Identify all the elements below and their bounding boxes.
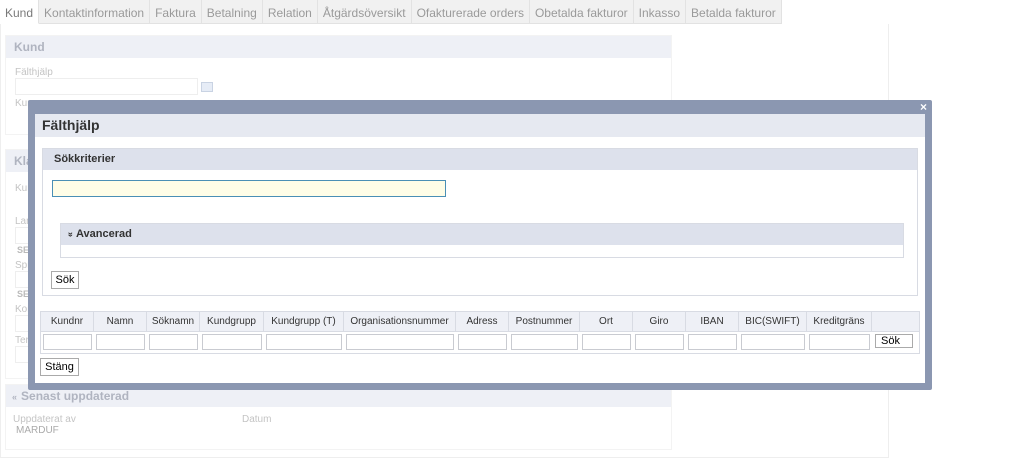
search-criteria-panel: Sökkriterier »Avancerad Sök [42,148,918,296]
column-header[interactable]: Namn [94,312,147,331]
uppdaterat-av-value: MARDUF [16,425,59,436]
tab-atgardsoversikt[interactable]: Åtgärdsöversikt [317,0,412,24]
filter-adress-input[interactable] [458,334,507,350]
dialog-title: Fälthjälp [35,114,925,137]
uppdaterat-av-label: Uppdaterat av [13,414,76,425]
filter-soknamn-input[interactable] [149,334,198,350]
filter-row: Sök [41,332,919,354]
filter-cell [94,334,147,354]
advanced-panel: »Avancerad [60,223,904,258]
results-grid: Kundnr Namn Söknamn Kundgrupp Kundgrupp … [40,311,920,354]
filter-kundgrupp-input[interactable] [202,334,262,350]
column-header[interactable]: Postnummer [509,312,580,331]
column-header[interactable]: Kundnr [41,312,94,331]
search-input[interactable] [52,180,446,197]
column-header[interactable]: Adress [456,312,509,331]
filter-bic-input[interactable] [741,334,805,350]
double-chevron-down-icon: » [66,231,77,238]
falthjalp-label: Fälthjälp [15,67,53,78]
close-icon[interactable]: × [920,100,927,114]
filter-cell [264,334,344,354]
tab-inkasso[interactable]: Inkasso [633,0,687,24]
filter-kreditgrans-input[interactable] [809,334,870,350]
filter-cell: Sök [872,334,917,354]
tab-bar: Kund Kontaktinformation Faktura Betalnin… [0,0,782,24]
filter-cell [41,334,94,354]
ter-label: Ter [15,335,29,346]
close-button[interactable]: Stäng [40,358,79,376]
filter-search-button[interactable]: Sök [875,334,913,348]
filter-cell [344,334,456,354]
search-criteria-title: Sökkriterier [43,149,917,170]
filter-cell [200,334,264,354]
filter-kundgrupp-t-input[interactable] [266,334,342,350]
senast-uppdaterad-section: «Senast uppdaterad Uppdaterat av MARDUF … [5,384,672,450]
tab-faktura[interactable]: Faktura [150,0,202,24]
calendar-icon[interactable] [201,82,213,92]
tab-kontaktinformation[interactable]: Kontaktinformation [39,0,151,24]
collapse-icon: « [12,392,18,402]
filter-organisationsnummer-input[interactable] [346,334,454,350]
filter-cell [686,334,739,354]
column-header[interactable]: Organisationsnummer [344,312,456,331]
search-button[interactable]: Sök [51,271,79,289]
filter-cell [807,334,872,354]
column-header[interactable]: Kreditgräns [807,312,872,331]
tab-betalning[interactable]: Betalning [201,0,263,24]
filter-cell [456,334,509,354]
filter-cell [509,334,580,354]
column-header[interactable]: Kundgrupp [200,312,264,331]
tab-kund[interactable]: Kund [0,0,40,24]
advanced-toggle[interactable]: »Avancerad [61,224,903,245]
tab-betalda-fakturor[interactable]: Betalda fakturor [686,0,782,24]
falthjalp-dialog: × Fälthjälp Sökkriterier »Avancerad Sök … [28,100,932,390]
senast-uppdaterad-label: Senast uppdaterad [21,389,130,403]
filter-iban-input[interactable] [688,334,737,350]
column-header[interactable]: BIC(SWIFT) [739,312,807,331]
filter-giro-input[interactable] [635,334,684,350]
dialog-body: Fälthjälp Sökkriterier »Avancerad Sök Ku… [35,114,925,383]
tab-relation[interactable]: Relation [262,0,318,24]
filter-cell [633,334,686,354]
filter-postnummer-input[interactable] [511,334,578,350]
filter-cell [580,334,633,354]
column-header[interactable]: Kundgrupp (T) [264,312,344,331]
column-header[interactable]: Giro [633,312,686,331]
tab-ofakturerade-orders[interactable]: Ofakturerade orders [411,0,530,24]
kund-section-title: Kund [6,36,671,58]
results-header: Kundnr Namn Söknamn Kundgrupp Kundgrupp … [41,312,919,332]
filter-ort-input[interactable] [582,334,631,350]
filter-cell [147,334,200,354]
datum-label: Datum [242,414,272,425]
filter-kundnr-input[interactable] [43,334,92,350]
advanced-label: Avancerad [76,228,132,240]
column-header[interactable]: Söknamn [147,312,200,331]
column-header[interactable]: IBAN [686,312,739,331]
column-header[interactable]: Ort [580,312,633,331]
tab-obetalda-fakturor[interactable]: Obetalda fakturor [529,0,634,24]
filter-namn-input[interactable] [96,334,145,350]
filter-cell [739,334,807,354]
falthjalp-input[interactable] [15,78,198,95]
